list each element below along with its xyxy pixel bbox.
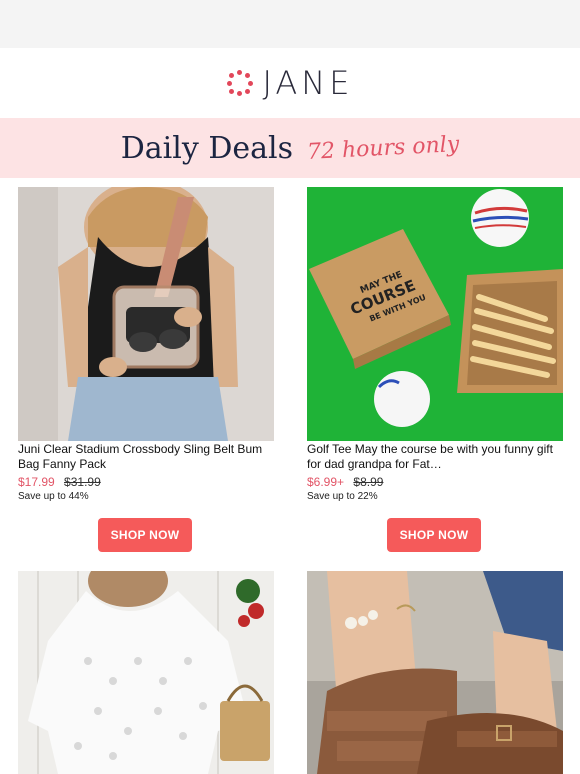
banner-title: Daily Deals — [120, 130, 294, 166]
price-row: $17.99 $31.99 — [18, 475, 274, 490]
brand-logo[interactable]: JANE — [0, 48, 580, 118]
product-card: Juni Clear Stadium Crossbody Sling Belt … — [18, 187, 274, 552]
original-price: $8.99 — [353, 475, 384, 489]
product-card — [18, 571, 274, 774]
savings-text: Save up to 22% — [307, 491, 378, 502]
product-image-brown-sandals[interactable] — [307, 571, 563, 774]
logo-dots-icon — [226, 70, 253, 96]
product-image-crossbody-bag[interactable] — [18, 187, 274, 441]
product-title[interactable]: Juni Clear Stadium Crossbody Sling Belt … — [18, 442, 274, 472]
banner-subtitle: 72 hours only — [306, 131, 460, 165]
product-title[interactable]: Golf Tee May the course be with you funn… — [307, 442, 563, 472]
product-image-white-eyelet-dress[interactable] — [18, 571, 274, 774]
original-price: $31.99 — [64, 475, 101, 489]
current-price: $6.99+ — [307, 475, 345, 489]
email-body: JANE Daily Deals 72 hours only Juni Clea… — [0, 48, 580, 774]
daily-deals-banner: Daily Deals 72 hours only — [0, 118, 580, 178]
savings-text: Save up to 44% — [18, 491, 89, 502]
shop-now-button[interactable]: SHOP NOW — [98, 518, 192, 552]
product-image-golf-tees[interactable]: MAY THE COURSE BE WITH YOU — [307, 187, 563, 441]
current-price: $17.99 — [18, 475, 55, 489]
price-row: $6.99+ $8.99 — [307, 475, 563, 490]
shop-now-button[interactable]: SHOP NOW — [387, 518, 481, 552]
brand-name: JANE — [262, 64, 354, 102]
preheader-bar — [0, 0, 580, 48]
product-card — [307, 571, 563, 774]
product-card: MAY THE COURSE BE WITH YOU Golf Tee May … — [307, 187, 563, 552]
